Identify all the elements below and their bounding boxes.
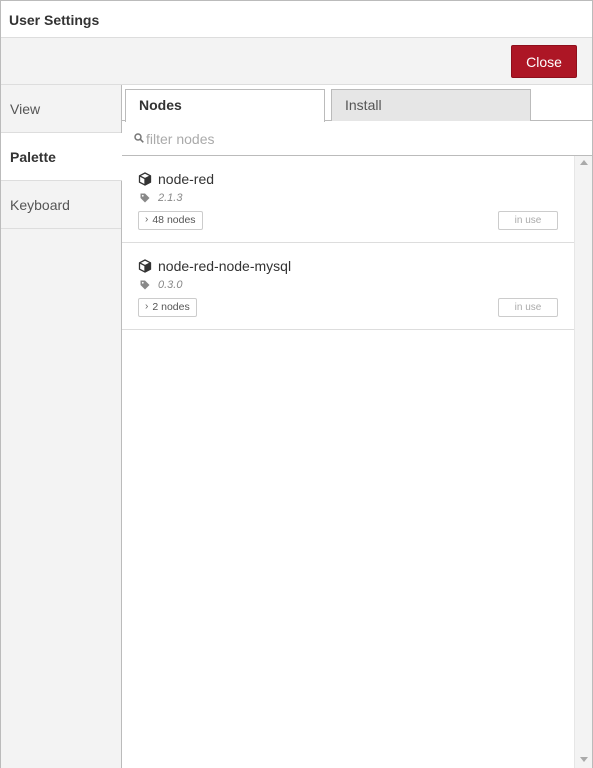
dialog-title-bar: User Settings bbox=[1, 1, 592, 38]
node-module-name: node-red-node-mysql bbox=[158, 258, 292, 274]
sidebar-item-palette[interactable]: Palette bbox=[1, 133, 122, 181]
cube-icon bbox=[138, 172, 152, 186]
tab-install[interactable]: Install bbox=[331, 89, 531, 121]
node-count-toggle[interactable]: › 2 nodes bbox=[138, 298, 197, 317]
sidebar-item-keyboard[interactable]: Keyboard bbox=[1, 181, 121, 229]
in-use-button: in use bbox=[498, 211, 558, 230]
dialog-title: User Settings bbox=[9, 12, 100, 28]
scroll-up-arrow-icon[interactable] bbox=[580, 160, 588, 165]
list-item: node-red-node-mysql 0.3.0 › 2 nodes in u… bbox=[122, 243, 574, 330]
chevron-right-icon: › bbox=[145, 214, 149, 225]
palette-panel: Nodes Install node-red bbox=[122, 85, 592, 768]
node-module-version: 0.3.0 bbox=[158, 279, 183, 291]
tag-icon bbox=[140, 280, 150, 290]
node-count-label: 2 nodes bbox=[152, 301, 190, 313]
tab-nodes[interactable]: Nodes bbox=[125, 89, 325, 122]
user-settings-dialog: User Settings Close View Palette Keyboar… bbox=[0, 0, 593, 768]
cube-icon bbox=[138, 259, 152, 273]
settings-sidebar: View Palette Keyboard bbox=[1, 85, 122, 768]
sidebar-item-view[interactable]: View bbox=[1, 85, 121, 133]
tag-icon bbox=[140, 193, 150, 203]
node-list: node-red 2.1.3 › 48 nodes in use node-re… bbox=[122, 156, 574, 768]
node-list-scrollbar[interactable] bbox=[574, 156, 592, 768]
scroll-down-arrow-icon[interactable] bbox=[580, 757, 588, 762]
close-button[interactable]: Close bbox=[511, 45, 577, 78]
node-module-version: 2.1.3 bbox=[158, 192, 183, 204]
node-count-toggle[interactable]: › 48 nodes bbox=[138, 211, 203, 230]
palette-tabs: Nodes Install bbox=[122, 85, 592, 122]
chevron-right-icon: › bbox=[145, 301, 149, 312]
filter-bar bbox=[122, 121, 592, 156]
filter-nodes-input[interactable] bbox=[146, 129, 576, 149]
node-count-label: 48 nodes bbox=[152, 214, 196, 226]
in-use-button: in use bbox=[498, 298, 558, 317]
dialog-button-bar: Close bbox=[1, 38, 592, 85]
search-icon bbox=[134, 133, 144, 143]
list-item: node-red 2.1.3 › 48 nodes in use bbox=[122, 156, 574, 243]
node-module-name: node-red bbox=[158, 171, 215, 187]
